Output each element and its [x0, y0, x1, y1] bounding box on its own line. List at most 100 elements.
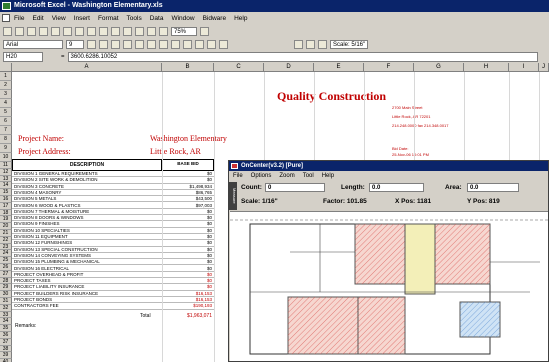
copy-icon[interactable] [87, 27, 96, 36]
row-header[interactable]: 32 [0, 304, 12, 312]
row-header[interactable]: 12 [0, 168, 12, 176]
menu-data[interactable]: Data [150, 15, 164, 22]
column-header-i[interactable]: I [509, 63, 539, 72]
menu-edit[interactable]: Edit [32, 15, 43, 22]
borders-icon[interactable] [195, 40, 204, 49]
row-header[interactable]: 28 [0, 277, 12, 285]
oncenter-menu-tool[interactable]: Tool [303, 173, 314, 179]
row-header[interactable]: 5 [0, 108, 12, 117]
workbook-icon[interactable] [2, 14, 10, 22]
row-header[interactable]: 8 [0, 135, 12, 144]
row-header[interactable]: 14 [0, 182, 12, 190]
sum-icon[interactable] [135, 27, 144, 36]
row-header[interactable]: 34 [0, 318, 12, 326]
formula-input[interactable]: 3600.6286.10052 [67, 52, 538, 62]
menu-insert[interactable]: Insert [74, 15, 90, 22]
select-all-corner[interactable] [0, 63, 12, 72]
open-icon[interactable] [15, 27, 24, 36]
table-row-description[interactable]: CONTRACTORS FEE [12, 303, 162, 310]
row-header[interactable]: 35 [0, 325, 12, 332]
row-header[interactable]: 36 [0, 332, 12, 339]
help-icon[interactable] [200, 27, 209, 36]
row-header[interactable]: 16 [0, 196, 12, 203]
spell-icon[interactable] [63, 27, 72, 36]
row-header[interactable]: 39 [0, 352, 12, 360]
row-header[interactable]: 15 [0, 189, 12, 196]
oncenter-window[interactable]: OnCenter(v3.2) [Pure] File Options Zoom Too… [228, 160, 549, 362]
print-icon[interactable] [39, 27, 48, 36]
merge-icon[interactable] [159, 40, 168, 49]
font-select[interactable]: Arial [3, 40, 63, 49]
menu-window[interactable]: Window [171, 15, 194, 22]
row-header[interactable]: 2 [0, 81, 12, 90]
row-header[interactable]: 21 [0, 230, 12, 237]
save-icon[interactable] [27, 27, 36, 36]
floor-plan-canvas[interactable] [230, 211, 548, 361]
menu-bidware[interactable]: Bidware [203, 15, 226, 22]
align-left-icon[interactable] [123, 40, 132, 49]
oncenter-menu-zoom[interactable]: Zoom [279, 173, 294, 179]
row-header[interactable]: 38 [0, 345, 12, 353]
grid-icon[interactable] [306, 40, 315, 49]
length-field[interactable]: 0.0 [369, 183, 424, 192]
column-header-h[interactable]: H [464, 63, 509, 72]
row-header[interactable]: 22 [0, 236, 12, 244]
preview-icon[interactable] [51, 27, 60, 36]
column-header-e[interactable]: E [314, 63, 364, 72]
area-field[interactable]: 0.0 [467, 183, 519, 192]
fill-color-icon[interactable] [207, 40, 216, 49]
row-header[interactable]: 19 [0, 216, 12, 224]
row-header[interactable]: 13 [0, 175, 12, 183]
paste-icon[interactable] [99, 27, 108, 36]
bold-icon[interactable] [87, 40, 96, 49]
table-row-value[interactable]: $190,193 [162, 303, 214, 310]
oncenter-menu-file[interactable]: File [233, 173, 243, 179]
chart-icon[interactable] [159, 27, 168, 36]
row-header[interactable]: 26 [0, 264, 12, 271]
row-header[interactable]: 25 [0, 257, 12, 264]
count-field[interactable]: 0 [265, 183, 325, 192]
name-box[interactable]: H20 [3, 52, 43, 62]
menu-help[interactable]: Help [234, 15, 247, 22]
column-header-c[interactable]: C [214, 63, 264, 72]
row-header[interactable]: 29 [0, 284, 12, 292]
column-header-b[interactable]: B [162, 63, 214, 72]
row-header[interactable]: 33 [0, 311, 12, 319]
row-header[interactable]: 6 [0, 117, 12, 126]
oncenter-menu-options[interactable]: Options [251, 173, 272, 179]
column-header-d[interactable]: D [264, 63, 314, 72]
column-header-j[interactable]: J [539, 63, 549, 72]
zoom-select[interactable]: 75% [171, 27, 197, 36]
row-header[interactable]: 23 [0, 243, 12, 251]
menu-format[interactable]: Format [98, 15, 119, 22]
align-right-icon[interactable] [147, 40, 156, 49]
row-header[interactable]: 3 [0, 90, 12, 99]
column-header-g[interactable]: G [414, 63, 464, 72]
row-header[interactable]: 17 [0, 202, 12, 210]
align-center-icon[interactable] [135, 40, 144, 49]
font-size-select[interactable]: 9 [66, 40, 84, 49]
row-header[interactable]: 1 [0, 72, 12, 81]
italic-icon[interactable] [99, 40, 108, 49]
measure-icon[interactable] [318, 40, 327, 49]
row-header[interactable]: 20 [0, 223, 12, 230]
percent-icon[interactable] [183, 40, 192, 49]
row-header[interactable]: 24 [0, 250, 12, 258]
row-header[interactable]: 30 [0, 291, 12, 298]
oncenter-menu-help[interactable]: Help [322, 173, 334, 179]
menu-tools[interactable]: Tools [127, 15, 142, 22]
column-header-a[interactable]: A [12, 63, 162, 72]
underline-icon[interactable] [111, 40, 120, 49]
row-header[interactable]: 4 [0, 99, 12, 108]
new-icon[interactable] [3, 27, 12, 36]
row-header[interactable]: 18 [0, 209, 12, 217]
cut-icon[interactable] [75, 27, 84, 36]
sort-icon[interactable] [147, 27, 156, 36]
column-header-f[interactable]: F [364, 63, 414, 72]
undo-icon[interactable] [111, 27, 120, 36]
menu-file[interactable]: File [14, 15, 24, 22]
bid-icon[interactable] [294, 40, 303, 49]
row-header[interactable]: 10 [0, 153, 12, 162]
row-header[interactable]: 37 [0, 338, 12, 346]
redo-icon[interactable] [123, 27, 132, 36]
